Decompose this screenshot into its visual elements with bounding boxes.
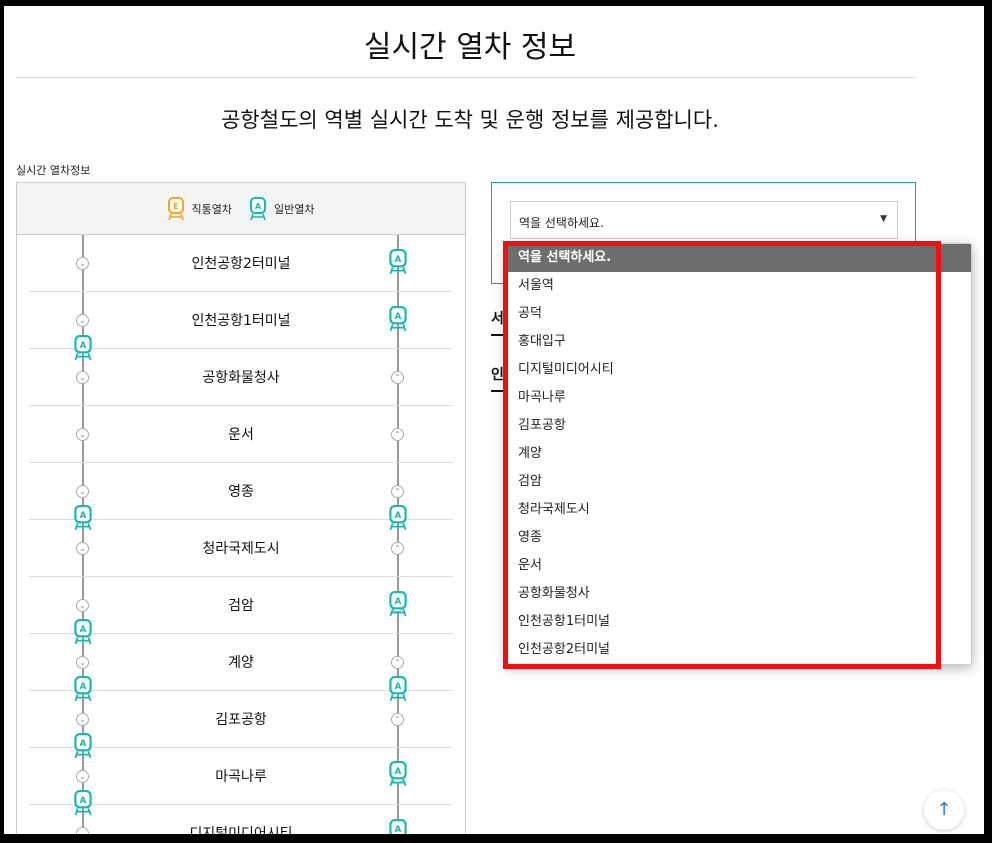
chevron-down-icon: ⌄ [76,656,89,669]
legend-local-label: 일반열차 [274,202,315,216]
chevron-down-icon: ⌄ [76,599,89,612]
station-info-label: 인천 [491,364,505,392]
station-name: 청라국제도시 [202,541,280,557]
chevron-down-icon: ⌄ [76,542,89,555]
chevron-up-icon: ⌃ [391,656,404,669]
local-train-icon: A [389,505,407,531]
station-name: 계양 [228,655,254,671]
local-train-icon: A [389,676,407,702]
legend-express-label: 직통열차 [191,202,232,216]
local-train-icon: A [389,306,407,332]
dropdown-option-selected[interactable]: 역을 선택하세요. [507,244,971,272]
station-info-label: 서울 [491,308,505,336]
station-name: 운서 [228,427,254,443]
local-train-badge: A [80,796,87,806]
local-train-icon: A [250,196,266,220]
route-map-panel: E 직통열차 A 일반열차 인천공항2터미널 ⌄ 인천공항1터미널 ⌄ 공항화물청사 ⌄ ⌃… [16,182,466,834]
express-train-icon: E [167,196,184,220]
dropdown-option[interactable]: 인천공항1터미널 [507,608,971,636]
local-train-badge: A [80,682,87,692]
chevron-down-icon: ⌄ [76,770,89,783]
local-train-icon: A [389,591,407,617]
local-train-icon: A [389,819,407,834]
local-train-badge: A [255,202,262,211]
dropdown-option[interactable]: 운서 [507,552,971,580]
local-train-badge: A [395,825,402,834]
local-train-badge: A [395,255,402,265]
station-select-value: 역을 선택하세요. [519,216,604,230]
local-train-icon: A [74,676,92,702]
station-name: 공항화물청사 [202,370,280,386]
local-train-icon: A [389,249,407,275]
local-train-badge: A [80,739,87,749]
dropdown-option[interactable]: 디지털미디어시티 [507,356,971,384]
chevron-up-icon: ⌃ [391,542,404,555]
dropdown-option[interactable]: 김포공항 [507,412,971,440]
station-name: 김포공항 [215,712,267,728]
local-train-badge: A [395,511,402,521]
legend-express: E 직통열차 [167,196,232,221]
chevron-down-icon: ▼ [880,214,887,224]
local-train-icon: A [74,619,92,645]
station-row: 공항화물청사 [29,349,453,406]
dropdown-option[interactable]: 서울역 [507,272,971,300]
station-name: 영종 [228,484,254,500]
dropdown-option[interactable]: 영종 [507,524,971,552]
station-dropdown-list[interactable]: 역을 선택하세요. 서울역 공덕 홍대입구 디지털미디어시티 마곡나루 김포공항 계양 검암 청라… [506,243,972,665]
dropdown-option[interactable]: 마곡나루 [507,384,971,412]
local-train-badge: A [395,682,402,692]
dropdown-option[interactable]: 공항화물청사 [507,580,971,608]
page-subtitle: 공항철도의 역별 실시간 도착 및 운행 정보를 제공합니다. [221,108,719,132]
page: 실시간 열차 정보 공항철도의 역별 실시간 도착 및 운행 정보를 제공합니다… [4,6,984,834]
local-train-badge: A [395,767,402,777]
local-train-icon: A [389,761,407,787]
local-train-icon: A [74,790,92,816]
dropdown-option[interactable]: 검암 [507,468,971,496]
chevron-up-icon: ⌃ [391,428,404,441]
legend-local: A 일반열차 [250,196,315,221]
page-title: 실시간 열차 정보 [363,30,577,65]
local-train-badge: A [80,625,87,635]
local-train-icon: A [74,335,92,361]
chevron-down-icon: ⌄ [76,371,89,384]
dropdown-option[interactable]: 인천공항2터미널 [507,636,971,664]
chevron-down-icon: ⌄ [76,314,89,327]
local-train-badge: A [80,341,87,351]
dropdown-option[interactable]: 홍대입구 [507,328,971,356]
local-train-icon: A [74,505,92,531]
local-train-badge: A [395,312,402,322]
chevron-down-icon: ⌄ [76,428,89,441]
station-select[interactable]: 역을 선택하세요. ▼ [510,201,898,239]
arrow-up-icon: ↑ [936,799,952,820]
chevron-up-icon: ⌃ [391,371,404,384]
title-divider [16,77,916,78]
local-train-icon: A [74,733,92,759]
scroll-top-button[interactable]: ↑ [924,790,964,830]
express-train-badge: E [173,202,178,211]
chevron-down-icon: ⌄ [76,485,89,498]
train-legend: E 직통열차 A 일반열차 [17,183,465,235]
section-label: 실시간 열차정보 [16,164,91,177]
dropdown-option[interactable]: 계양 [507,440,971,468]
local-train-badge: A [395,597,402,607]
dropdown-option[interactable]: 청라국제도시 [507,496,971,524]
chevron-down-icon: ⌄ [76,827,89,834]
local-train-badge: A [80,511,87,521]
chevron-up-icon: ⌃ [391,485,404,498]
station-row: 운서 [29,406,453,463]
chevron-up-icon: ⌃ [391,713,404,726]
chevron-down-icon: ⌄ [76,713,89,726]
chevron-down-icon: ⌄ [76,257,89,270]
dropdown-option[interactable]: 공덕 [507,300,971,328]
